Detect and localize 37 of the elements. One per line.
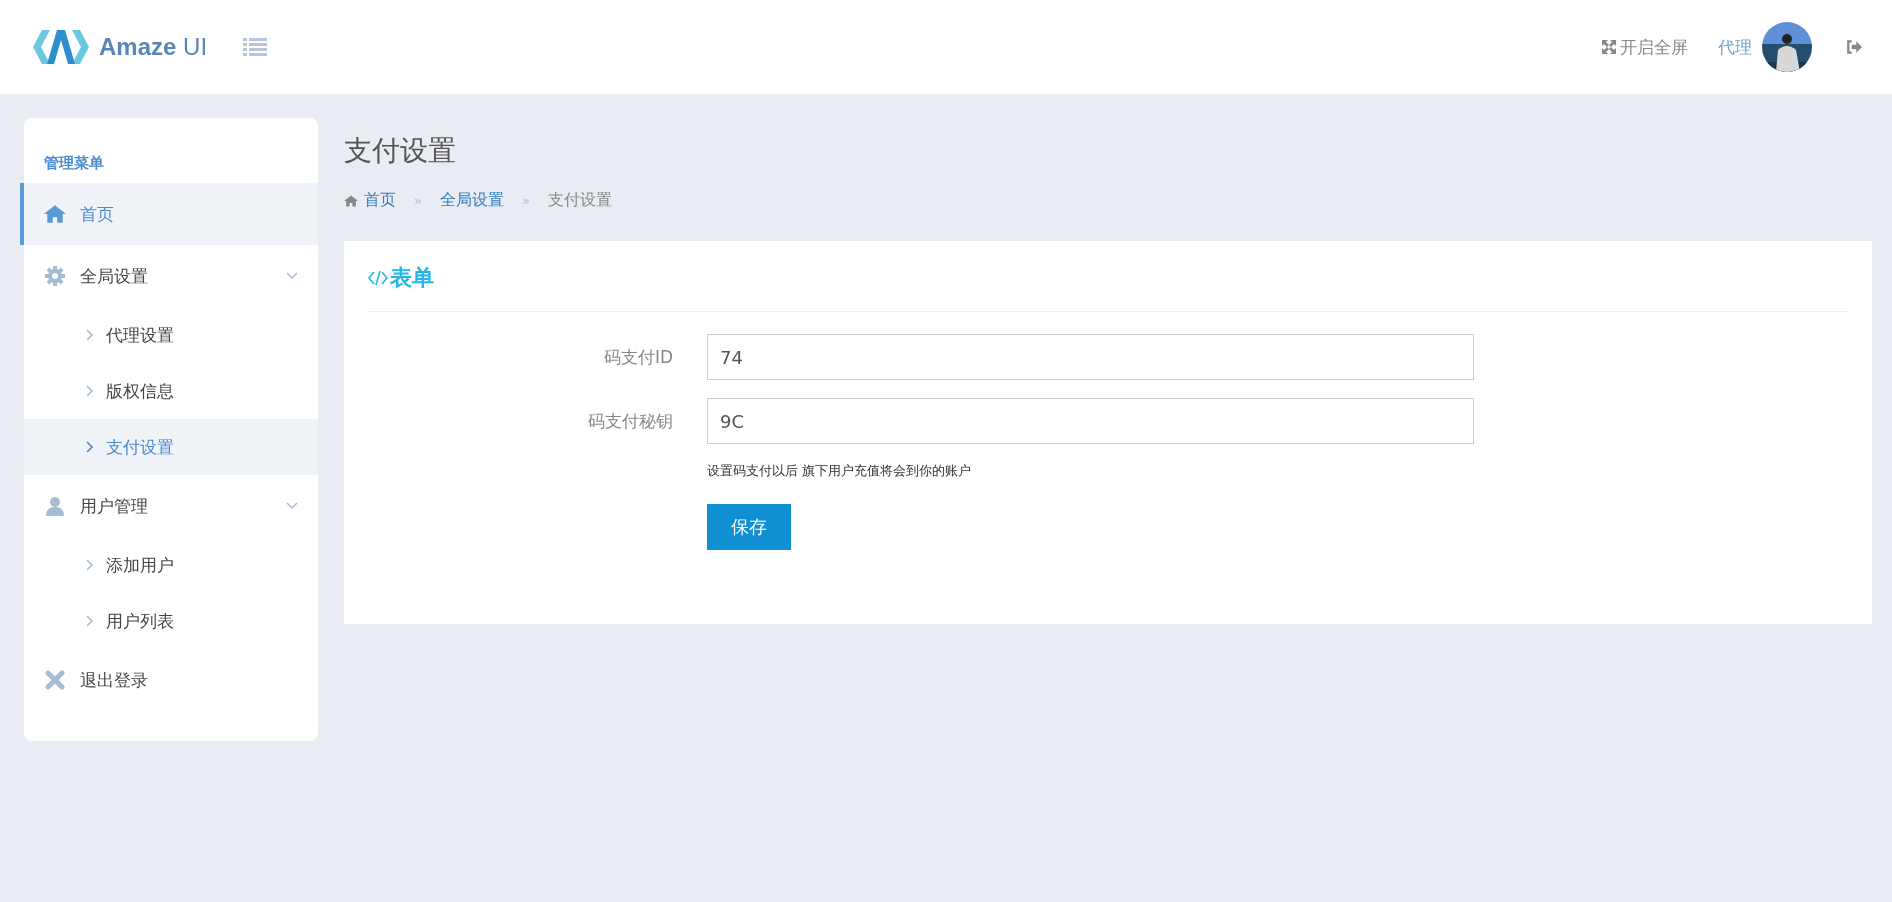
sidebar-item[interactable]: 全局设置: [20, 245, 318, 307]
breadcrumb-current: 支付设置: [547, 190, 612, 211]
input-field[interactable]: 9C: [707, 398, 1474, 444]
submenu-item[interactable]: 版权信息: [24, 363, 318, 419]
breadcrumb-separator: »: [521, 193, 530, 208]
gear-icon: [44, 266, 66, 286]
breadcrumb-link[interactable]: 全局设置: [439, 190, 504, 211]
user-icon: [44, 496, 66, 516]
chevron-icon: [86, 559, 94, 571]
logo-text: Amaze UI: [99, 33, 208, 61]
hint-text: 设置码支付以后 旗下用户充值将会到你的账户: [707, 462, 972, 480]
fullscreen-link[interactable]: 开启全屏: [1602, 35, 1688, 59]
submenu-item[interactable]: 代理设置: [24, 307, 318, 363]
code-icon: [368, 270, 388, 286]
sidebar-title: 管理菜单: [43, 154, 105, 173]
breadcrumb-link[interactable]: 首页: [344, 190, 396, 211]
chevron-icon: [86, 385, 94, 397]
field-label: 码支付秘钥: [587, 409, 674, 433]
submenu-item[interactable]: 用户列表: [24, 593, 318, 649]
field-label: 码支付ID: [602, 345, 674, 369]
page-title: 支付设置: [344, 133, 457, 169]
expand-icon: [1602, 40, 1616, 54]
home-icon: [44, 204, 66, 224]
sidebar-item[interactable]: 退出登录: [20, 649, 318, 711]
logout-icon[interactable]: [1846, 40, 1862, 54]
save-button[interactable]: 保存: [707, 504, 791, 550]
card-title: 表单: [390, 264, 434, 292]
input-field[interactable]: 74: [707, 334, 1474, 380]
breadcrumb-separator: »: [414, 193, 422, 208]
logo-icon: [33, 30, 89, 64]
chevron-icon: [86, 441, 94, 453]
sidebar-item[interactable]: 用户管理: [20, 475, 318, 537]
home-icon: [344, 194, 358, 207]
chevron-icon: [86, 329, 94, 341]
submenu-item[interactable]: 添加用户: [24, 537, 318, 593]
chevron-icon: [86, 615, 94, 627]
close-icon: [44, 670, 66, 690]
